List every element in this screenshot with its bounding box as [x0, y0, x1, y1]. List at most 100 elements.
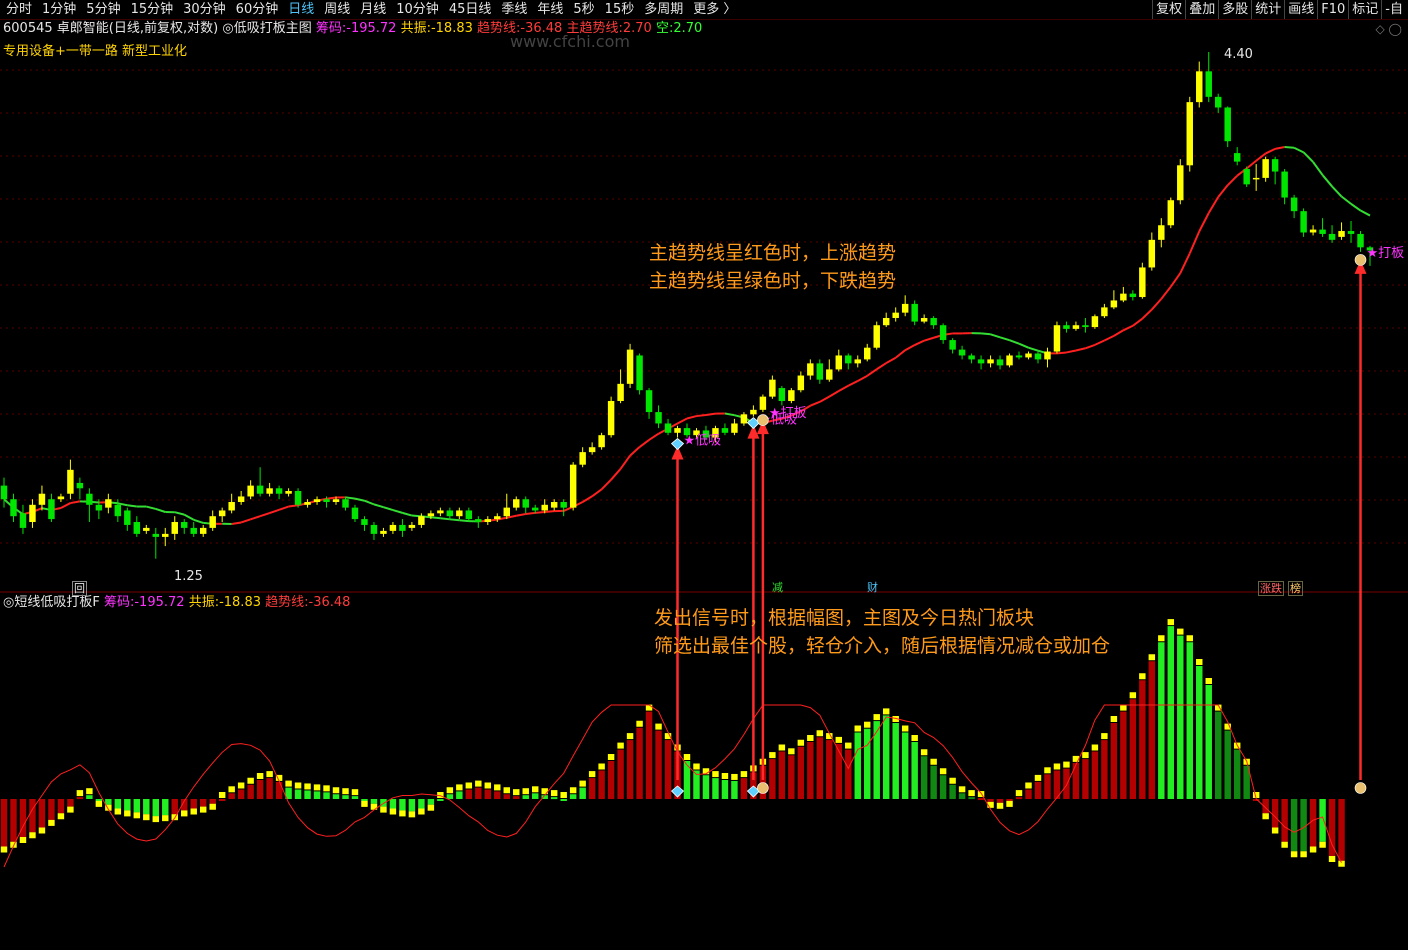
- osc-cap: [958, 786, 966, 793]
- osc-bar: [29, 799, 36, 833]
- osc-bar: [237, 789, 245, 799]
- osc-bar: [57, 799, 65, 814]
- candle-body: [750, 409, 757, 415]
- osc-bar: [389, 799, 397, 809]
- marker-hui[interactable]: 回: [72, 581, 87, 596]
- candle-body: [930, 317, 937, 326]
- candle-body: [550, 502, 558, 508]
- candle-body: [10, 499, 17, 517]
- trend-segment: [828, 390, 840, 398]
- candle-body: [1015, 355, 1023, 358]
- candle-body: [911, 303, 918, 322]
- trend-segment: [155, 507, 166, 513]
- candle-body: [1034, 353, 1042, 360]
- candle-body: [1281, 171, 1288, 198]
- osc-cap: [1309, 846, 1317, 853]
- osc-cap: [67, 806, 74, 813]
- signal-note-line2: 筛选出最佳个股，轻仓介入，随后根据情况减仓或加仓: [654, 635, 1111, 657]
- candle-body: [958, 349, 966, 356]
- money-bag-icon: [757, 414, 769, 426]
- trend-segment: [392, 509, 403, 514]
- osc-bar: [418, 799, 425, 809]
- osc-bar: [1034, 781, 1042, 799]
- candle-body: [1025, 353, 1032, 358]
- osc-cap: [446, 787, 454, 794]
- candle-body: [418, 516, 425, 525]
- osc-bar: [427, 799, 435, 805]
- candle-body: [1167, 200, 1175, 226]
- candle-body: [1120, 293, 1127, 301]
- candle-body: [133, 522, 141, 534]
- osc-bar: [266, 778, 273, 799]
- osc-bar: [114, 799, 122, 809]
- osc-bar: [769, 759, 776, 799]
- sub-indicator-name[interactable]: 短线低吸打板F: [14, 595, 99, 610]
- candle-body: [143, 527, 150, 531]
- trend-segment: [1085, 343, 1096, 350]
- marker-jian[interactable]: 减: [771, 581, 784, 594]
- osc-cap: [721, 773, 729, 779]
- osc-bar: [1120, 711, 1127, 799]
- osc-cap: [313, 784, 321, 791]
- candle-body: [1148, 239, 1156, 268]
- sub-gongzhen-label: 共振:: [188, 595, 220, 610]
- osc-bar: [95, 799, 103, 801]
- candle-body: [996, 359, 1004, 366]
- osc-money-bag-icon: [757, 782, 769, 794]
- osc-bar: [939, 775, 947, 799]
- osc-cap: [1167, 619, 1175, 626]
- candle-body: [674, 428, 681, 433]
- trend-segment: [1122, 324, 1134, 332]
- candle-body: [351, 507, 359, 520]
- osc-bar: [1281, 799, 1288, 842]
- osc-bar: [1271, 799, 1279, 828]
- osc-bar: [86, 795, 93, 799]
- osc-cap: [816, 730, 824, 737]
- candle-body: [939, 325, 947, 341]
- candle-body: [181, 522, 188, 528]
- marker-zhangdie[interactable]: 涨跌: [1258, 581, 1284, 596]
- candle-body: [399, 524, 406, 531]
- osc-cap: [835, 736, 843, 743]
- trend-segment: [1284, 146, 1295, 149]
- osc-cap: [380, 806, 387, 813]
- candle-body: [342, 499, 349, 508]
- candle-body: [1357, 233, 1364, 248]
- osc-cap: [901, 725, 909, 732]
- osc-bar: [1309, 799, 1317, 847]
- osc-bar: [797, 746, 805, 799]
- candle-body: [323, 499, 330, 503]
- sub-collapse-icon[interactable]: ◎: [3, 595, 14, 610]
- osc-cap: [1271, 827, 1279, 834]
- osc-bar: [456, 791, 463, 799]
- signal-note-line1: 发出信号时，根据幅图，主图及今日热门板块: [654, 607, 1035, 629]
- candle-body: [437, 510, 444, 514]
- osc-cap: [778, 744, 786, 751]
- trend-segment: [364, 499, 375, 506]
- osc-bar: [788, 755, 795, 799]
- sub-gongzhen-value: -18.83: [219, 595, 261, 610]
- marker-cai[interactable]: 财: [866, 581, 879, 594]
- trend-segment: [373, 503, 384, 509]
- osc-cap: [1177, 628, 1184, 635]
- osc-bar: [465, 789, 473, 799]
- osc-cap: [114, 808, 122, 815]
- trend-segment: [1350, 203, 1362, 212]
- osc-cap: [882, 708, 890, 715]
- candle-body: [76, 482, 84, 489]
- trend-segment: [174, 511, 185, 516]
- osc-cap: [607, 754, 615, 760]
- osc-cap: [389, 808, 397, 815]
- osc-bar: [1044, 774, 1051, 799]
- osc-cap: [484, 782, 492, 789]
- candle-body: [19, 513, 27, 528]
- osc-cap: [598, 763, 605, 770]
- trend-segment: [525, 511, 536, 515]
- osc-bar: [323, 792, 330, 799]
- trend-segment: [610, 468, 622, 481]
- marker-bang[interactable]: 榜: [1288, 581, 1303, 596]
- osc-cap: [930, 758, 937, 765]
- trend-segment: [288, 504, 299, 508]
- candle-body: [294, 490, 302, 505]
- trend-segment: [1246, 159, 1257, 170]
